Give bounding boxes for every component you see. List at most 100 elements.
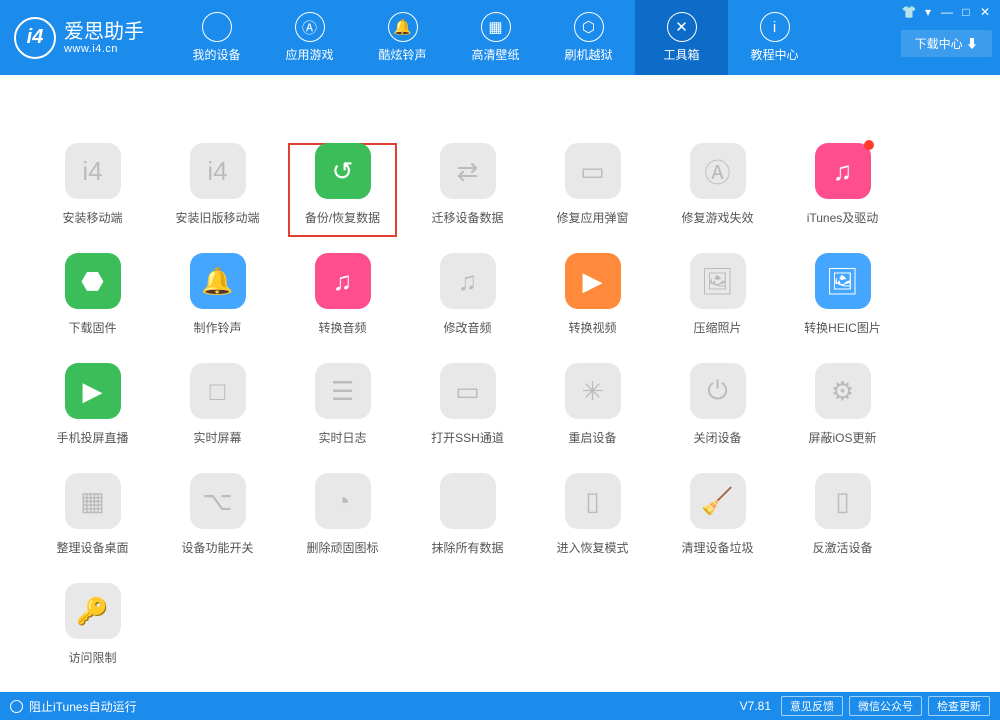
tool-icon: ↺ [315,143,371,199]
tool-label: 清理设备垃圾 [681,539,753,556]
tool-icon: ✳ [565,363,621,419]
download-center-button[interactable]: 下载中心 ⬇ [901,30,992,57]
maximize-button[interactable]: □ [957,4,975,20]
wechat-button[interactable]: 微信公众号 [849,696,922,716]
tool-label: 抹除所有数据 [431,539,503,556]
tool-label: 关闭设备 [693,429,741,446]
tool-icon: i4 [190,143,246,199]
tool-手机投屏直播[interactable]: ▶手机投屏直播 [30,355,155,465]
tool-icon: 🔑 [65,583,121,639]
tool-icon: ⇄ [440,143,496,199]
tool-label: 转换音频 [318,319,366,336]
tool-抹除所有数据[interactable]: 抹除所有数据 [405,465,530,575]
tool-备份/恢复数据[interactable]: ↺备份/恢复数据 [280,135,405,245]
nav-item-0[interactable]: 我的设备 [170,0,263,75]
nav-label: 刷机越狱 [564,46,612,63]
app-header: i4 爱思助手 www.i4.cn 我的设备Ⓐ应用游戏 🔔 酷炫铃声 ▦高清壁纸⬡刷机… [0,0,1000,75]
tool-iTunes及驱动[interactable]: ♫iTunes及驱动 [780,135,905,245]
tool-label: 屏蔽iOS更新 [808,429,876,446]
nav-item-6[interactable]: i教程中心 [728,0,821,75]
tool-label: 制作铃声 [193,319,241,336]
feedback-button[interactable]: 意见反馈 [781,696,843,716]
tool-label: 手机投屏直播 [56,429,128,446]
tool-删除顽固图标[interactable]: ◔ 删除顽固图标 [280,465,405,575]
radio-icon [10,700,23,713]
tool-label: 打开SSH通道 [431,429,504,446]
app-url: www.i4.cn [64,43,144,55]
tool-转换音频[interactable]: ♫ 转换音频 [280,245,405,355]
nav-item-4[interactable]: ⬡刷机越狱 [542,0,635,75]
menu-dropdown-icon[interactable]: ▾ [919,4,937,20]
footer-right: V7.81 意见反馈 微信公众号 检查更新 [740,696,990,716]
tool-打开SSH通道[interactable]: ▭打开SSH通道 [405,355,530,465]
tool-反激活设备[interactable]: ▯反激活设备 [780,465,905,575]
tool-压缩照片[interactable]: 🖼 压缩照片 [655,245,780,355]
skin-icon[interactable]: 👕 [900,4,918,20]
tool-转换HEIC图片[interactable]: 🖼转换HEIC图片 [780,245,905,355]
tool-安装旧版移动端[interactable]: i4 安装旧版移动端 [155,135,280,245]
tool-下载固件[interactable]: ⬣下载固件 [30,245,155,355]
tool-重启设备[interactable]: ✳ 重启设备 [530,355,655,465]
tool-label: 重启设备 [568,429,616,446]
tool-label: 下载固件 [68,319,116,336]
logo[interactable]: i4 爱思助手 www.i4.cn [0,17,158,59]
notification-dot-icon [864,140,874,150]
nav-item-2[interactable]: 🔔 酷炫铃声 [356,0,449,75]
tool-icon: ⏻ [690,363,746,419]
tool-屏蔽iOS更新[interactable]: ⚙ 屏蔽iOS更新 [780,355,905,465]
tool-label: 修改音频 [443,319,491,336]
tool-转换视频[interactable]: ▶转换视频 [530,245,655,355]
tool-制作铃声[interactable]: 🔔制作铃声 [155,245,280,355]
tool-icon: 🖼 [815,253,871,309]
nav-item-3[interactable]: ▦高清壁纸 [449,0,542,75]
tool-label: 压缩照片 [693,319,741,336]
minimize-button[interactable]: — [938,4,956,20]
check-update-button[interactable]: 检查更新 [928,696,990,716]
tool-访问限制[interactable]: 🔑访问限制 [30,575,155,685]
nav-label: 教程中心 [750,46,798,63]
tool-label: 修复游戏失效 [681,209,753,226]
logo-text: 爱思助手 www.i4.cn [64,21,144,55]
window-controls: 👕 ▾ — □ ✕ [894,0,1000,24]
tool-icon [440,473,496,529]
nav-label: 酷炫铃声 [378,46,426,63]
tool-迁移设备数据[interactable]: ⇄ 迁移设备数据 [405,135,530,245]
tool-整理设备桌面[interactable]: ▦整理设备桌面 [30,465,155,575]
tool-icon: ⚙ [815,363,871,419]
tool-清理设备垃圾[interactable]: 🧹清理设备垃圾 [655,465,780,575]
tool-修改音频[interactable]: ♫修改音频 [405,245,530,355]
tool-label: 删除顽固图标 [306,539,378,556]
nav-item-1[interactable]: Ⓐ应用游戏 [263,0,356,75]
nav-icon: 🔔 [388,12,418,42]
main-nav: 我的设备Ⓐ应用游戏 🔔 酷炫铃声 ▦高清壁纸⬡刷机越狱✕工具箱i教程中心 [170,0,821,75]
tool-label: 迁移设备数据 [431,209,503,226]
nav-item-5[interactable]: ✕工具箱 [635,0,728,75]
tool-安装移动端[interactable]: i4安装移动端 [30,135,155,245]
nav-icon: ▦ [481,12,511,42]
tool-label: 进入恢复模式 [556,539,628,556]
tool-icon: ▯ [565,473,621,529]
tool-进入恢复模式[interactable]: ▯ 进入恢复模式 [530,465,655,575]
tool-设备功能开关[interactable]: ⌥设备功能开关 [155,465,280,575]
tool-label: 实时日志 [318,429,366,446]
tool-修复应用弹窗[interactable]: ▭修复应用弹窗 [530,135,655,245]
tool-修复游戏失效[interactable]: Ⓐ修复游戏失效 [655,135,780,245]
tool-label: 设备功能开关 [181,539,253,556]
tool-label: 修复应用弹窗 [556,209,628,226]
tool-icon: ♫ [815,143,871,199]
tool-icon: 🖼 [690,253,746,309]
tool-实时屏幕[interactable]: □实时屏幕 [155,355,280,465]
version-label: V7.81 [740,699,771,713]
tool-icon: ♫ [315,253,371,309]
tool-关闭设备[interactable]: ⏻ 关闭设备 [655,355,780,465]
tool-实时日志[interactable]: ☰实时日志 [280,355,405,465]
itunes-block-toggle[interactable]: 阻止iTunes自动运行 [10,698,137,715]
itunes-block-label: 阻止iTunes自动运行 [29,698,137,715]
tool-icon: ▶ [565,253,621,309]
tool-icon: ◔ [315,473,371,529]
nav-label: 应用游戏 [285,46,333,63]
close-button[interactable]: ✕ [976,4,994,20]
tool-icon: □ [190,363,246,419]
tool-label: 安装旧版移动端 [175,209,259,226]
nav-icon [202,12,232,42]
